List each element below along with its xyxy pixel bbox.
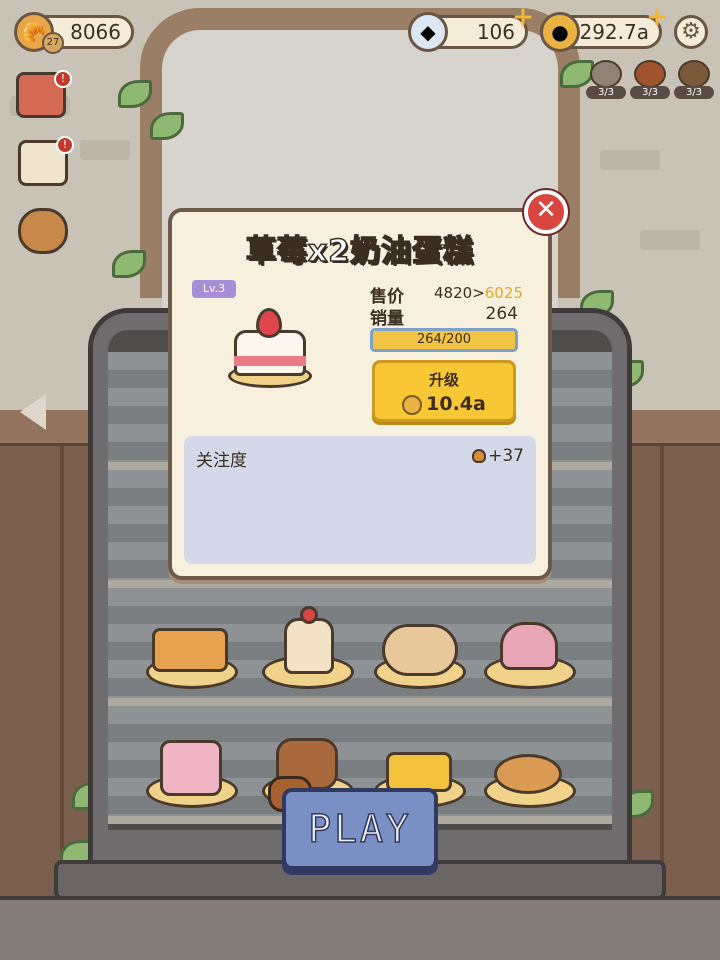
progress-text: 264/200	[416, 332, 471, 347]
attention-label: 关注度	[196, 451, 247, 471]
price-values: 4820>6025	[434, 284, 523, 302]
price-next: 6025	[484, 284, 523, 302]
back-arrow-icon[interactable]	[20, 394, 46, 430]
diamond-icon: ◆	[408, 12, 448, 52]
upgrade-button[interactable]: 升级 10.4a	[372, 360, 516, 422]
product-detail-dialog: 草莓x2奶油蛋糕 Lv.3 售价 4820>6025 销量 264 264/20…	[168, 208, 552, 580]
player-level: 27	[46, 37, 60, 48]
game-scene: 8066 🥐 27 106 ◆ + 292.7a ● + ⚙ 3/3 3/3 3…	[0, 0, 720, 960]
wall-brick	[600, 150, 660, 170]
sales-value: 264	[485, 304, 518, 324]
waffle-cake[interactable]	[152, 628, 228, 672]
attention-value: +37	[472, 446, 524, 466]
close-dialog-button[interactable]: ✕	[524, 190, 568, 234]
upgrade-cost: 10.4a	[375, 393, 513, 415]
upgrade-cost-value: 10.4a	[426, 393, 486, 415]
dialog-title: 草莓x2奶油蛋糕	[245, 233, 475, 270]
attention-panel: 关注度 +37	[184, 436, 536, 564]
price-arrow: >	[472, 284, 485, 302]
helper-cat-icon[interactable]	[590, 60, 622, 88]
wall-brick	[640, 230, 700, 250]
helper-count: 3/3	[630, 86, 670, 99]
attention-number: +37	[488, 446, 524, 466]
upgrade-label: 升级	[428, 371, 459, 389]
task-alert-badge: !	[56, 136, 74, 154]
helper-fox-icon[interactable]	[634, 60, 666, 88]
ice-cream-cake[interactable]	[160, 740, 222, 796]
level-tag: Lv.3	[192, 280, 236, 298]
bread-count: 8066	[70, 20, 121, 44]
coin-icon: ●	[540, 12, 580, 52]
settings-gear-icon[interactable]: ⚙	[674, 15, 708, 49]
floor	[0, 896, 720, 960]
pudding[interactable]	[284, 618, 334, 674]
pink-dessert[interactable]	[500, 622, 558, 670]
play-button[interactable]: PLAY	[282, 788, 438, 870]
coin-count: 292.7a	[579, 20, 649, 44]
egg-tart[interactable]	[494, 754, 562, 794]
coin-icon	[402, 394, 423, 415]
sales-progress-bar: 264/200	[370, 328, 518, 352]
cake-illustration	[224, 308, 316, 396]
gift-bag-icon[interactable]	[18, 208, 68, 254]
shop-alert-badge: !	[54, 70, 72, 88]
helper-dog-icon[interactable]	[678, 60, 710, 88]
player-level-badge: 27	[42, 32, 64, 54]
strawberry-topping	[300, 606, 318, 624]
wall-brick	[80, 140, 130, 160]
price-current: 4820	[434, 284, 473, 302]
bread-icon	[472, 449, 487, 463]
bear-bread[interactable]	[382, 624, 458, 676]
gem-count: 106	[476, 20, 515, 44]
cheese-cake[interactable]	[386, 752, 452, 792]
sales-label: 销量	[370, 309, 404, 329]
add-coins-icon[interactable]: +	[646, 4, 668, 30]
helper-count: 3/3	[586, 86, 626, 99]
add-gems-icon[interactable]: +	[512, 4, 534, 30]
helper-count: 3/3	[674, 86, 714, 99]
